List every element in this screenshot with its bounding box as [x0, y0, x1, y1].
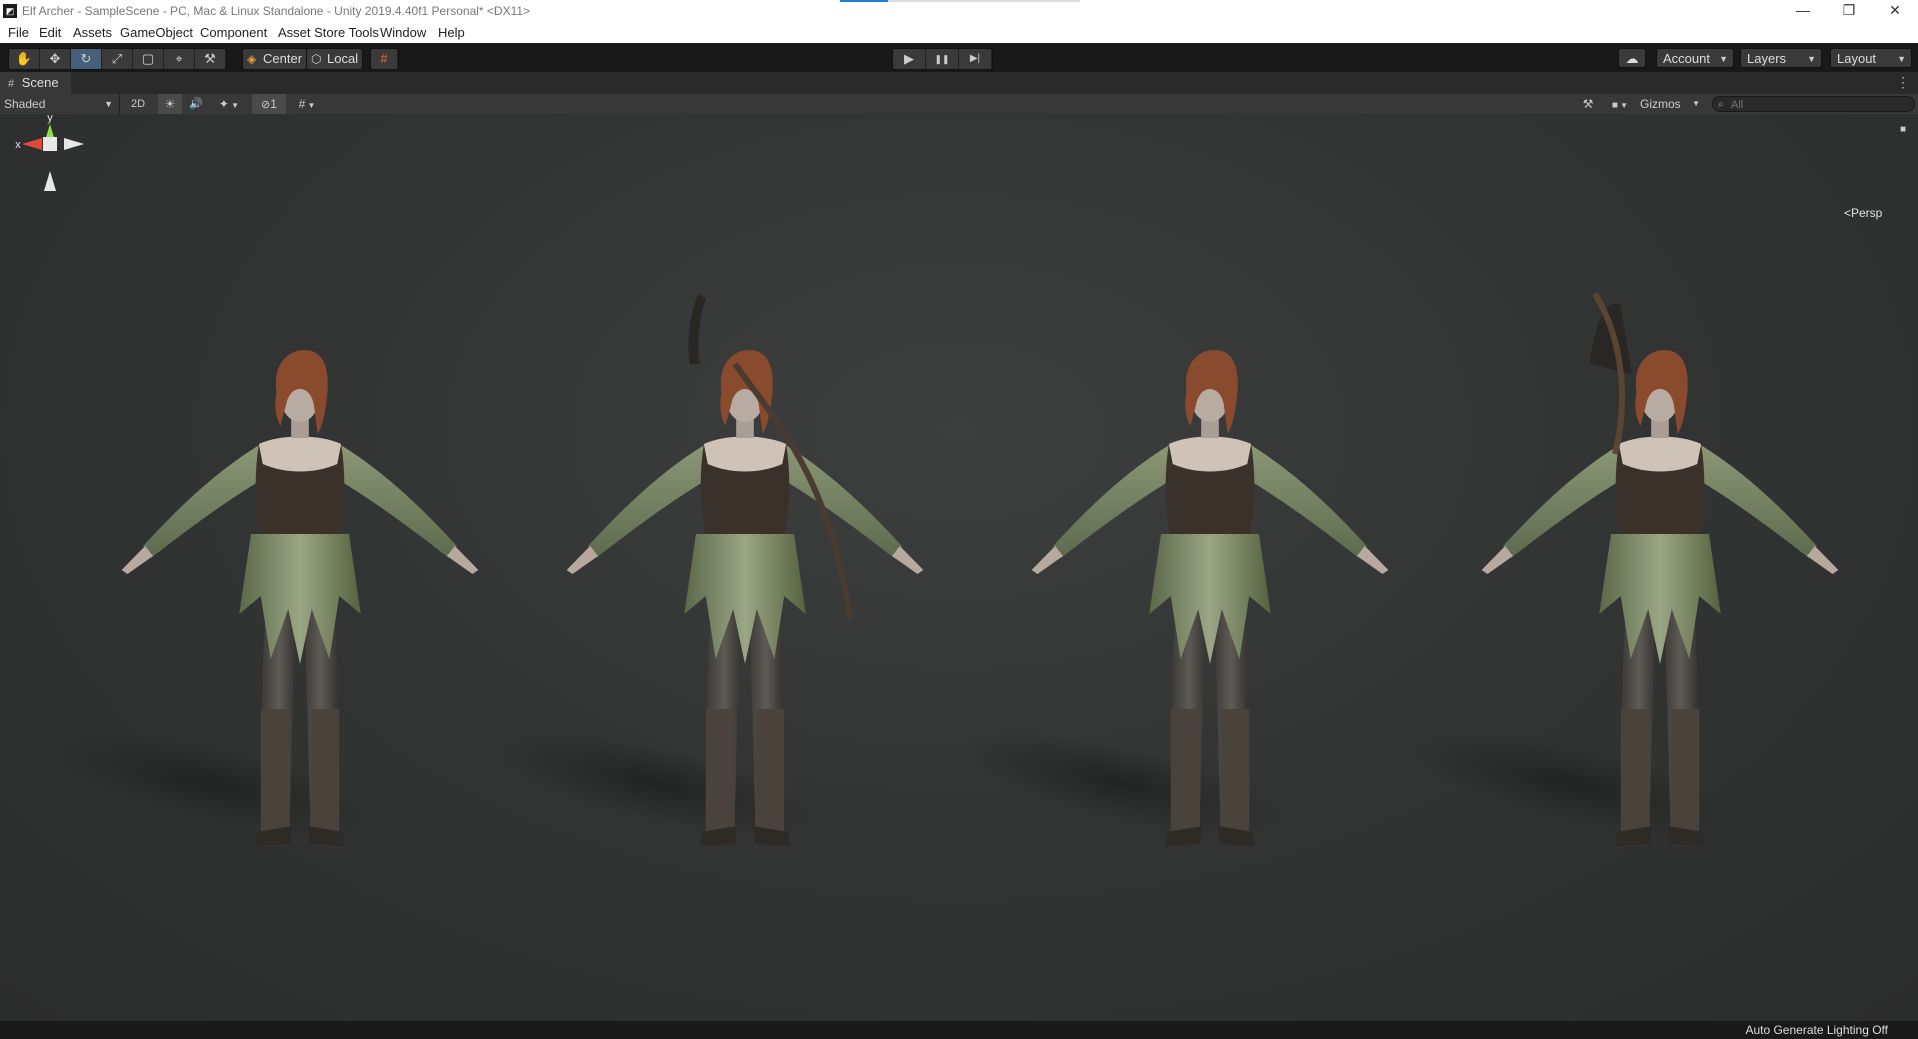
pivot-local-button[interactable]: ⬡ Local	[306, 48, 364, 70]
lighting-icon[interactable]: ☀	[158, 94, 182, 114]
rect-tool-icon[interactable]: ▢	[133, 49, 164, 69]
chevron-down-icon: ▼	[305, 101, 316, 110]
chevron-down-icon: ▼	[1807, 54, 1816, 64]
scene-search-input[interactable]: ⌕ All	[1712, 96, 1915, 112]
move-tool-icon[interactable]: ✥	[40, 49, 71, 69]
gizmos-label: Gizmos	[1640, 97, 1681, 111]
cloud-icon[interactable]: ☁	[1618, 48, 1646, 68]
search-icon: ⌕	[1718, 99, 1724, 110]
restore-button[interactable]: ❐	[1826, 0, 1872, 21]
menu-edit[interactable]: Edit	[39, 25, 61, 40]
account-label: Account	[1663, 51, 1710, 66]
chevron-down-icon: ▼	[104, 99, 113, 109]
playback-controls: ▶ ❚❚ ▶|	[892, 48, 993, 70]
orientation-gizmo[interactable]: y x	[0, 114, 100, 224]
grid-snap-icon[interactable]: #	[371, 49, 398, 69]
pivot-center-button[interactable]: ◈ Center	[242, 48, 308, 70]
minimize-button[interactable]: —	[1780, 0, 1826, 21]
hidden-objects-toggle[interactable]: ⊘1	[252, 94, 286, 114]
step-icon[interactable]: ▶|	[959, 49, 992, 69]
pause-icon[interactable]: ❚❚	[926, 49, 959, 69]
hand-tool-icon[interactable]: ✋	[9, 49, 40, 69]
chevron-down-icon: ▼	[1719, 54, 1728, 64]
x-axis-label: x	[15, 139, 21, 151]
menu-gameobject[interactable]: GameObject	[120, 25, 193, 40]
scale-tool-icon[interactable]: ⤢	[102, 49, 133, 69]
window-title: Elf Archer - SampleScene - PC, Mac & Lin…	[22, 4, 531, 18]
gizmos-dropdown[interactable]: Gizmos ▼	[1638, 94, 1704, 114]
layers-label: Layers	[1747, 51, 1787, 66]
layers-dropdown[interactable]: Layers ▼	[1740, 48, 1822, 68]
toggle-2d-button[interactable]: 2D	[126, 94, 150, 114]
transform-tool-icon[interactable]: ⌖	[164, 49, 195, 69]
lock-icon[interactable]: ■	[1900, 124, 1906, 135]
chevron-down-icon: ▼	[1617, 101, 1629, 110]
search-placeholder: All	[1731, 99, 1744, 111]
draw-mode-dropdown[interactable]: Shaded ▼	[0, 94, 120, 114]
draw-mode-label: Shaded	[4, 97, 46, 111]
scene-render	[41, 292, 1839, 857]
elf-character-3	[951, 350, 1389, 857]
y-axis-label: y	[47, 114, 53, 124]
projection-label[interactable]: <Persp	[1844, 206, 1882, 220]
play-icon[interactable]: ▶	[893, 49, 926, 69]
scene-tab-strip: # Scene ⋮	[0, 72, 1918, 95]
custom-tool-icon[interactable]: ⚒	[195, 49, 226, 69]
space-label: Local	[327, 51, 359, 66]
menu-file[interactable]: File	[8, 25, 29, 40]
audio-icon[interactable]: 🔊	[184, 94, 208, 114]
menu-window[interactable]: Window	[380, 25, 426, 40]
effects-icon[interactable]: ✦ ▼	[212, 94, 246, 114]
account-dropdown[interactable]: Account ▼	[1656, 48, 1734, 68]
transform-tools: ✋ ✥ ↻ ⤢ ▢ ⌖ ⚒	[8, 48, 227, 70]
hidden-count: 1	[270, 97, 277, 111]
unity-app-icon: ◩	[3, 4, 17, 18]
chevron-down-icon: ▼	[1692, 99, 1700, 108]
panel-menu-icon[interactable]: ⋮	[1896, 74, 1910, 91]
scene-tab-label: Scene	[21, 75, 59, 90]
title-bar: ◩ Elf Archer - SampleScene - PC, Mac & L…	[0, 0, 1918, 21]
rotate-tool-icon[interactable]: ↻	[71, 49, 102, 69]
main-toolbar: ✋ ✥ ↻ ⤢ ▢ ⌖ ⚒ ◈ Center ⬡ Local # ▶ ❚❚ ▶|…	[0, 43, 1918, 72]
status-bar: Auto Generate Lighting Off	[0, 1021, 1918, 1039]
pivot-icon: ◈	[247, 52, 257, 66]
grid-toggle[interactable]: # ▼	[290, 94, 324, 114]
elf-character-4	[1401, 292, 1839, 857]
menu-bar: File Edit Assets GameObject Component As…	[0, 21, 1918, 44]
grid-snap-group: #	[370, 48, 399, 70]
local-space-icon: ⬡	[311, 52, 322, 66]
elf-character-2	[486, 294, 924, 857]
scene-grid-icon: #	[8, 78, 15, 90]
scene-viewport[interactable]: y x ■ <Persp	[0, 114, 1918, 1021]
menu-asset-store-tools[interactable]: Asset Store Tools	[278, 25, 379, 40]
elf-character-1	[41, 350, 479, 857]
layout-label: Layout	[1837, 51, 1877, 66]
lighting-status[interactable]: Auto Generate Lighting Off	[1745, 1023, 1888, 1037]
layout-dropdown[interactable]: Layout ▼	[1830, 48, 1912, 68]
scene-tools-icon[interactable]: ⚒	[1576, 94, 1600, 114]
pivot-label: Center	[263, 51, 303, 66]
close-button[interactable]: ✕	[1872, 0, 1918, 21]
scene-view-toolbar: Shaded ▼ 2D ☀ 🔊 ✦ ▼ ⊘1 # ▼ ⚒ ■ ▼ Gizmos …	[0, 94, 1918, 115]
menu-component[interactable]: Component	[200, 25, 267, 40]
chevron-down-icon: ▼	[1897, 54, 1906, 64]
eye-hidden-icon: ⊘	[261, 99, 271, 111]
camera-settings[interactable]: ■ ▼	[1604, 94, 1636, 114]
menu-help[interactable]: Help	[438, 25, 465, 40]
tab-scene[interactable]: # Scene	[0, 72, 71, 94]
menu-assets[interactable]: Assets	[73, 25, 112, 40]
loading-progress	[840, 0, 1080, 2]
